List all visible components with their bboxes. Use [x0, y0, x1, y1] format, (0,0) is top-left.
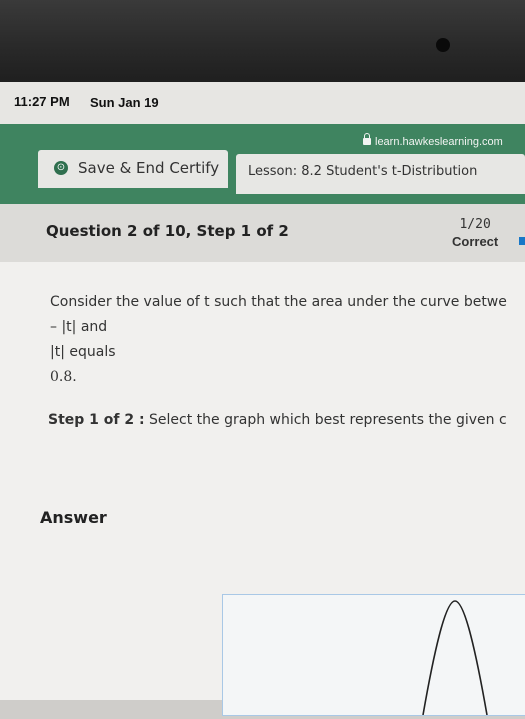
prompt-line-3: |t| equals	[50, 344, 116, 360]
bell-curve	[422, 600, 488, 716]
lesson-label: Lesson: 8.2 Student's t-Distribution	[248, 164, 478, 179]
status-bar: 11:27 PM Sun Jan 19	[0, 82, 525, 124]
score-status: Correct	[452, 234, 499, 249]
save-end-certify-button[interactable]: ⊙ Save & End Certify	[38, 150, 228, 188]
step-label: Step 1 of 2 :	[48, 412, 145, 428]
question-header: Question 2 of 10, Step 1 of 2 1/20 Corre…	[0, 204, 525, 263]
answer-heading: Answer	[40, 508, 107, 527]
status-date: Sun Jan 19	[90, 95, 159, 110]
score-count: 1/20	[459, 217, 491, 232]
progress-marker	[519, 237, 525, 245]
question-prompt: Consider the value of t such that the ar…	[50, 290, 507, 390]
step-instruction: Step 1 of 2 : Select the graph which bes…	[48, 412, 507, 428]
score-indicator: 1/20 Correct	[452, 216, 498, 250]
graph-option-1[interactable]	[222, 594, 525, 716]
question-content: Consider the value of t such that the ar…	[0, 262, 525, 716]
url-text: learn.hawkeslearning.com	[375, 136, 503, 148]
lesson-tab[interactable]: Lesson: 8.2 Student's t-Distribution	[236, 154, 525, 194]
save-icon: ⊙	[54, 161, 68, 175]
lock-icon	[363, 133, 371, 145]
address-bar[interactable]: learn.hawkeslearning.com	[363, 133, 503, 148]
question-title: Question 2 of 10, Step 1 of 2	[46, 222, 289, 240]
device-bezel	[0, 0, 525, 82]
prompt-line-2: – |t| and	[50, 319, 108, 335]
bell-curve-graph	[422, 600, 488, 716]
status-time: 11:27 PM	[14, 94, 70, 109]
camera-dot	[436, 38, 450, 52]
prompt-line-4: 0.8.	[50, 369, 77, 385]
screen: 11:27 PM Sun Jan 19 learn.hawkeslearning…	[0, 82, 525, 716]
prompt-line-1: Consider the value of t such that the ar…	[50, 294, 507, 310]
save-button-label: Save & End Certify	[78, 159, 220, 177]
step-text: Select the graph which best represents t…	[144, 412, 507, 428]
